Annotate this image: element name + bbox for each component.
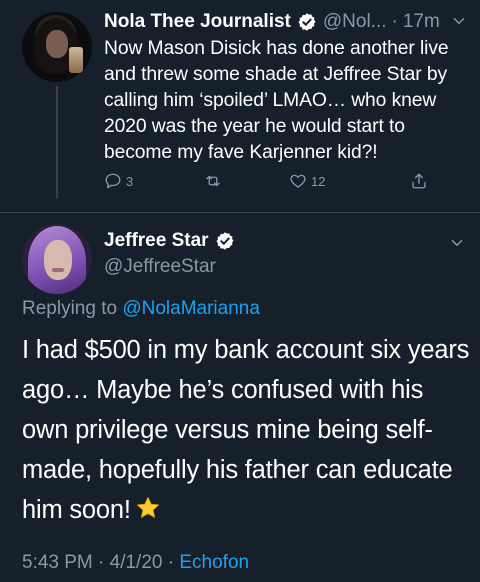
time-ago[interactable]: 17m: [403, 11, 440, 33]
retweet-icon: [206, 175, 220, 187]
avatar[interactable]: [22, 12, 92, 82]
reply-tweet[interactable]: Nola Thee Journalist @Nol... · 17m Now M…: [0, 0, 480, 212]
author-name[interactable]: Nola Thee Journalist: [104, 11, 291, 33]
action-bar: 3 12: [104, 172, 444, 194]
main-tweet-body: I had $500 in my bank account six years …: [22, 336, 470, 524]
author-name[interactable]: Jeffree Star: [104, 230, 209, 252]
author-handle[interactable]: @JeffreeStar: [104, 256, 216, 278]
author-handle[interactable]: @Nol...: [323, 11, 387, 33]
thread-line: [56, 86, 58, 198]
verified-badge-icon: [216, 232, 234, 250]
avatar-lips: [52, 268, 64, 272]
chevron-down-icon[interactable]: [448, 234, 466, 252]
reply-button[interactable]: 3: [104, 172, 133, 190]
main-tweet-text: I had $500 in my bank account six years …: [22, 330, 472, 530]
like-icon: [290, 174, 306, 188]
tweet-timestamp[interactable]: 5:43 PM · 4/1/20 ·: [22, 552, 179, 573]
reply-tweet-header: Nola Thee Journalist @Nol... · 17m: [104, 10, 474, 34]
separator-dot: ·: [391, 11, 398, 32]
replying-to-link[interactable]: @NolaMarianna: [122, 298, 260, 319]
replying-prefix: Replying to: [22, 298, 118, 319]
tweet-meta: 5:43 PM · 4/1/20 · Echofon: [22, 552, 249, 574]
avatar-drink: [69, 47, 83, 73]
retweet-button[interactable]: [204, 172, 226, 190]
chevron-down-icon[interactable]: [450, 12, 468, 30]
avatar-face: [44, 240, 72, 280]
replying-to: Replying to @NolaMarianna: [22, 298, 260, 320]
avatar[interactable]: [22, 224, 92, 294]
reply-count: 3: [126, 173, 134, 189]
star-emoji-icon: [136, 496, 159, 518]
like-button[interactable]: 12: [289, 172, 325, 190]
reply-tweet-text: Now Mason Disick has done another live a…: [104, 38, 449, 163]
share-icon: [412, 173, 426, 189]
reply-icon: [105, 173, 121, 189]
main-author-row: Jeffree Star: [104, 230, 235, 252]
verified-badge-icon: [298, 13, 316, 31]
divider: [0, 212, 480, 213]
share-button[interactable]: [410, 172, 428, 190]
like-count: 12: [311, 173, 326, 189]
tweet-source[interactable]: Echofon: [179, 552, 249, 573]
avatar-face: [46, 30, 68, 58]
